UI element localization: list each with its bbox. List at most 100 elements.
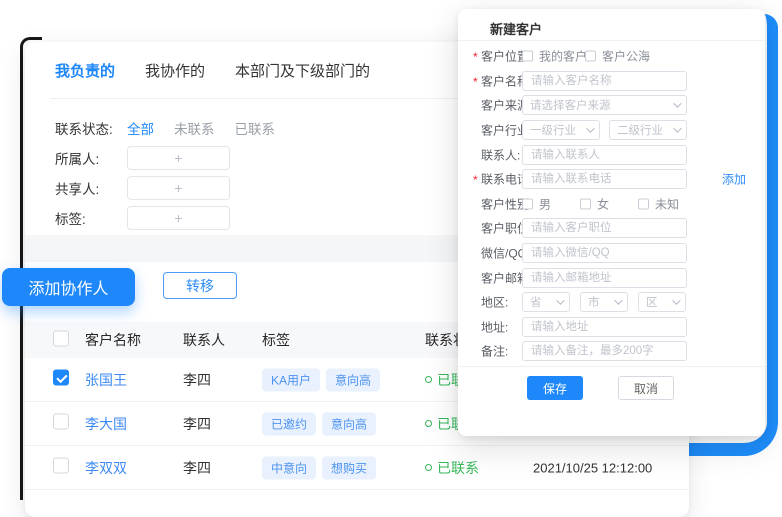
wechat-qq-input[interactable] [522,243,687,263]
chevron-down-icon [673,100,681,108]
chevron-down-icon [614,297,622,305]
owner-add-selector[interactable]: + [127,146,230,170]
status-option-uncontacted[interactable]: 未联系 [174,118,215,138]
chevron-down-icon [586,124,594,132]
add-collaborator-button[interactable]: 添加协作人 [2,268,135,306]
status-option-contacted[interactable]: 已联系 [235,118,276,138]
chevron-down-icon [556,297,564,305]
cancel-button[interactable]: 取消 [618,376,674,400]
status-option-all[interactable]: 全部 [127,118,154,138]
remark-input[interactable] [522,341,687,361]
save-button[interactable]: 保存 [527,376,583,400]
field-label: 联系人: [481,146,520,163]
status-options: 全部 未联系 已联系 [127,118,275,138]
modal-title: 新建客户 [490,19,542,38]
district-select[interactable]: 区 [638,292,686,312]
industry-level2-select[interactable]: 二级行业 [609,120,687,140]
field-label: 备注: [481,343,508,360]
field-region: 地区: 省 市 区 [458,290,765,315]
address-input[interactable] [522,317,687,337]
city-select[interactable]: 市 [580,292,628,312]
row-checkbox[interactable] [53,369,69,385]
customer-title-input[interactable] [522,218,687,238]
select-all-checkbox[interactable] [53,331,69,347]
tab-bar: 我负责的 我协作的 本部门及下级部门的 [55,60,370,81]
share-add-selector[interactable]: + [127,176,230,200]
tag-pill: 想购买 [322,456,376,479]
table-row[interactable]: 李双双 李四 中意向 想购买 已联系 2021/10/25 12:12:00 [25,446,689,490]
field-remark: 备注: [458,339,765,364]
checkbox-my-customer[interactable]: 我的客户 [522,48,585,65]
required-mark: * [473,173,478,187]
customer-name-link[interactable]: 李双双 [85,458,127,478]
add-phone-link[interactable]: 添加 [722,171,746,188]
customer-name-input[interactable] [522,71,687,91]
select-placeholder: 二级行业 [617,122,663,138]
checkbox-icon [638,198,649,209]
checkbox-public-pool[interactable]: 客户公海 [585,48,648,65]
location-options: 我的客户 客户公海 [522,48,648,65]
filter-status-label: 联系状态: [55,118,127,138]
tab-department[interactable]: 本部门及下级部门的 [235,60,370,81]
field-contact-person: 联系人: [458,142,765,167]
tag-list: 已邀约 意向高 [262,412,376,435]
plus-icon: + [174,150,182,166]
checkbox-label: 女 [597,195,609,212]
field-customer-gender: 客户性别: 男 女 未知 [458,192,765,217]
required-mark: * [473,50,478,64]
select-placeholder: 省 [530,294,542,310]
checkbox-male[interactable]: 男 [522,195,580,212]
status-text: 已联系 [437,458,479,478]
contact-name: 李四 [183,414,211,434]
status-dot-icon [425,420,432,427]
modal-footer-divider [458,366,765,367]
header-customer-name: 客户名称 [85,330,141,350]
customer-source-select[interactable]: 请选择客户来源 [522,95,687,115]
header-tags: 标签 [262,330,290,350]
transfer-button[interactable]: 转移 [163,272,237,299]
plus-icon: + [174,210,182,226]
tab-my-collaboration[interactable]: 我协作的 [145,60,205,81]
checkbox-unknown[interactable]: 未知 [638,195,696,212]
industry-level1-select[interactable]: 一级行业 [522,120,600,140]
status-dot-icon [425,464,432,471]
row-checkbox[interactable] [53,457,69,473]
required-mark: * [473,75,478,89]
checkbox-label: 男 [539,195,551,212]
tab-my-responsible[interactable]: 我负责的 [55,60,115,81]
status-cell: 已联系 [425,458,479,478]
tag-list: 中意向 想购买 [262,456,376,479]
checkbox-icon [522,198,533,209]
filter-owner-label: 所属人: [55,148,127,168]
modal-title-divider [458,40,765,41]
tag-pill: 已邀约 [262,412,316,435]
field-customer-title: 客户职位: [458,216,765,241]
select-placeholder: 请选择客户来源 [530,97,611,113]
customer-email-input[interactable] [522,268,687,288]
contact-phone-input[interactable] [522,169,687,189]
checkbox-icon [522,51,533,62]
contact-person-input[interactable] [522,145,687,165]
filter-share-label: 共享人: [55,178,127,198]
checkbox-label: 客户公海 [602,48,650,65]
contact-time: 2021/10/25 12:12:00 [533,460,652,475]
checkbox-icon [585,51,596,62]
tag-pill: 意向高 [322,412,376,435]
field-customer-location: * 客户位置: 我的客户 客户公海 [458,44,765,69]
checkbox-icon [580,198,591,209]
tag-add-selector[interactable]: + [127,206,230,230]
filter-tag-label: 标签: [55,208,127,228]
field-customer-source: 客户来源: 请选择客户来源 [458,93,765,118]
customer-name-link[interactable]: 张国王 [85,370,127,390]
filter-contact-status: 联系状态: 全部 未联系 已联系 [55,118,275,138]
row-checkbox[interactable] [53,413,69,429]
province-select[interactable]: 省 [522,292,570,312]
contact-name: 李四 [183,458,211,478]
checkbox-female[interactable]: 女 [580,195,638,212]
customer-name-link[interactable]: 李大国 [85,414,127,434]
new-customer-modal: 新建客户 * 客户位置: 我的客户 客户公海 * 客户名称: 客户来源: [458,9,765,436]
field-customer-name: * 客户名称: [458,69,765,94]
status-dot-icon [425,376,432,383]
filter-owner: 所属人: + [55,146,230,170]
tag-pill: KA用户 [262,368,320,391]
